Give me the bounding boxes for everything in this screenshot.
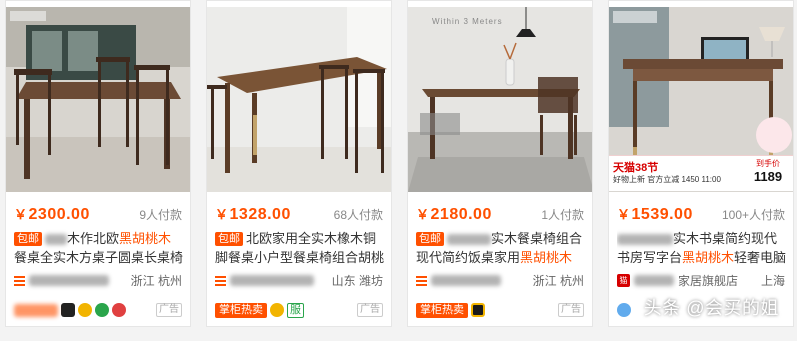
shop-icon [416, 275, 427, 286]
product-title[interactable]: 包邮 实木餐桌椅组合现代简约饭桌家用黑胡桃木 [416, 229, 586, 267]
product-image[interactable] [207, 7, 391, 192]
price: ￥1328.00 [215, 206, 291, 223]
location: 山东 潍坊 [331, 273, 383, 288]
free-shipping-badge: 包邮 [416, 232, 444, 246]
product-image[interactable]: 天猫38节 好物上新 官方立减 1450 11:00 到手价 1189 [609, 7, 793, 192]
shop-name[interactable] [230, 274, 314, 286]
free-shipping-badge: 包邮 [215, 232, 243, 246]
location: 上海 [760, 273, 785, 288]
blurred-text [634, 274, 674, 286]
sales-count: 68人付款 [333, 207, 383, 222]
product-title[interactable]: 包邮 北欧家用全实木橡木铜脚餐桌小户型餐桌椅组合胡桃 [215, 229, 385, 267]
shop-name[interactable] [431, 274, 501, 286]
blurred-text [447, 234, 491, 246]
brand-icon [61, 303, 75, 317]
service-badge: 服 [287, 302, 304, 318]
product-image[interactable]: Within 3 Meters [408, 7, 592, 192]
gold-medal-icon [78, 303, 92, 317]
promo-badge [14, 303, 58, 317]
ad-badge: 广告 [558, 303, 584, 317]
product-title[interactable]: 包邮 木作北欧黑胡桃木餐桌全实木方桌子圆桌长桌椅 [14, 229, 184, 267]
location: 浙江 杭州 [130, 273, 182, 288]
product-card[interactable]: ￥2300.00 9人付款 包邮 木作北欧黑胡桃木餐桌全实木方桌子圆桌长桌椅 浙江… [5, 0, 191, 327]
sales-count: 1人付款 [541, 207, 584, 222]
promo-line: 好物上新 官方立减 1450 11:00 [613, 175, 721, 184]
price: ￥2180.00 [416, 206, 492, 223]
blurred-text [45, 234, 67, 246]
shop-name[interactable] [29, 274, 109, 286]
tmall-icon: 猫 [617, 273, 630, 287]
free-shipping-badge: 包邮 [14, 232, 42, 246]
gold-medal-icon [270, 303, 284, 317]
price: ￥1539.00 [617, 206, 693, 223]
product-title[interactable]: 实木书桌简约现代书房写字台黑胡桃木轻奢电脑桌 [617, 229, 787, 267]
green-leaf-icon [95, 303, 109, 317]
location: 浙江 杭州 [532, 273, 584, 288]
sales-count: 100+人付款 [721, 207, 785, 222]
blurred-text [617, 234, 673, 246]
product-card[interactable]: Within 3 Meters ￥2180.00 1人付款 包邮 实木餐桌椅组合现… [407, 0, 593, 327]
brand-icon [471, 303, 485, 317]
brand-logo: Within 3 Meters [432, 17, 503, 26]
shop-name[interactable]: 家居旗舰店 [678, 272, 738, 289]
promo-banner: 天猫38节 好物上新 官方立减 1450 11:00 到手价 1189 [609, 155, 793, 191]
top-seller-badge: 掌柜热卖 [215, 302, 267, 318]
tmall-festival-label: 天猫38节 [613, 162, 659, 174]
watermark: 头条 @会买的姐 [643, 298, 779, 318]
product-card[interactable]: ￥1328.00 68人付款 包邮 北欧家用全实木橡木铜脚餐桌小户型餐桌椅组合胡桃… [206, 0, 392, 327]
price: ￥2300.00 [14, 206, 90, 223]
product-grid: ￥2300.00 9人付款 包邮 木作北欧黑胡桃木餐桌全实木方桌子圆桌长桌椅 浙江… [0, 0, 797, 341]
ad-badge: 广告 [357, 303, 383, 317]
drop-icon [617, 303, 631, 317]
top-seller-badge: 掌柜热卖 [416, 302, 468, 318]
ad-badge: 广告 [156, 303, 182, 317]
shop-icon [14, 275, 25, 286]
sales-count: 9人付款 [139, 207, 182, 222]
product-image[interactable] [6, 7, 190, 192]
final-price-block: 到手价 1189 [747, 158, 789, 190]
product-card[interactable]: 天猫38节 好物上新 官方立减 1450 11:00 到手价 1189 ￥153… [608, 0, 794, 327]
red-flower-icon [112, 303, 126, 317]
shop-icon [215, 275, 226, 286]
